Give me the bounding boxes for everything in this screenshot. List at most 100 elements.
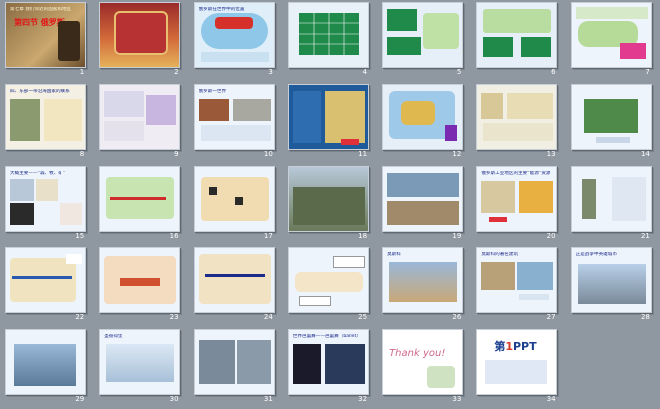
map-image xyxy=(423,13,460,49)
slide-thumb-7[interactable]: 7 xyxy=(566,0,660,82)
slide-number: 4 xyxy=(362,68,368,76)
slide-title: 俄罗斯在世界中的位置 xyxy=(198,7,245,12)
rocket-photo xyxy=(611,176,646,221)
monument-photo xyxy=(581,178,596,219)
slide-thumb-24[interactable]: 24 xyxy=(189,245,283,327)
slide-thumb-19[interactable]: 19 xyxy=(377,164,471,246)
text-block xyxy=(200,124,271,141)
slide-number: 22 xyxy=(75,313,85,322)
slide-number: 29 xyxy=(75,395,85,404)
slide-thumb-3[interactable]: 俄罗斯在世界中的位置 3 xyxy=(189,0,283,82)
slide-thumb-1[interactable]: 第七章 我们邻近的国家和地区 第四节 俄罗斯 1 xyxy=(0,0,94,82)
railway-line xyxy=(204,274,265,278)
slide-number: 8 xyxy=(79,149,85,158)
slide-title: 世界芭蕾舞——芭蕾舞（ballet） xyxy=(292,334,361,340)
photo xyxy=(517,262,554,291)
slide-thumb-12[interactable]: 12 xyxy=(377,82,471,164)
map-image xyxy=(324,90,365,143)
slide-number: 1 xyxy=(79,68,85,76)
map-marker xyxy=(234,196,243,205)
slide-thumb-33[interactable]: Thank you! 33 xyxy=(377,327,471,409)
photo xyxy=(10,98,40,141)
slide-number: 26 xyxy=(452,313,462,322)
slide-thumb-16[interactable]: 16 xyxy=(94,164,188,246)
slide-number: 5 xyxy=(456,68,462,76)
slide-thumb-9[interactable]: 9 xyxy=(94,82,188,164)
slide-thumb-25[interactable]: 25 xyxy=(283,245,377,327)
slide-thumb-28[interactable]: 正是战争中英雄城市 28 xyxy=(566,245,660,327)
slide-title: 莫斯科的著名建筑 xyxy=(481,252,519,258)
russia-area xyxy=(214,17,253,29)
slide-number: 25 xyxy=(358,313,368,322)
slide-number: 27 xyxy=(546,313,556,322)
text-block xyxy=(104,120,145,141)
slide-thumb-11[interactable]: 11 xyxy=(283,82,377,164)
caption xyxy=(595,136,630,143)
slide-number: 34 xyxy=(546,395,556,404)
slide-thumb-10[interactable]: 俄罗斯一世界 10 xyxy=(189,82,283,164)
slide-number: 13 xyxy=(546,149,556,158)
map-image xyxy=(146,94,177,125)
slide-thumb-21[interactable]: 21 xyxy=(566,164,660,246)
slide-thumb-26[interactable]: 莫斯科 26 xyxy=(377,245,471,327)
green-box xyxy=(483,37,514,57)
slide-thumb-20[interactable]: 俄罗斯工业地区的主要“能源”资源 20 xyxy=(471,164,565,246)
red-label xyxy=(340,138,359,145)
slide-thumb-30[interactable]: 圣彼得堡 30 xyxy=(94,327,188,409)
slide-thumb-6[interactable]: 6 xyxy=(471,0,565,82)
text-block xyxy=(200,52,269,62)
slide-number: 2 xyxy=(174,68,179,76)
slide-thumb-23[interactable]: 23 xyxy=(94,245,188,327)
land-area xyxy=(401,100,436,125)
photo xyxy=(10,178,34,201)
photo xyxy=(36,178,58,201)
ship-photo xyxy=(236,340,271,385)
map-marker xyxy=(208,186,217,195)
photo xyxy=(104,90,145,117)
slide-thumb-34[interactable]: 第1PPT 34 xyxy=(471,327,565,409)
text-column xyxy=(292,90,321,143)
caption xyxy=(519,294,550,301)
slide-number: 24 xyxy=(263,313,273,322)
green-table xyxy=(298,13,359,55)
plant-image xyxy=(427,366,456,389)
slide-thumb-14[interactable]: 14 xyxy=(566,82,660,164)
slide-number: 32 xyxy=(358,395,368,404)
slide-thumb-18[interactable]: 18 xyxy=(283,164,377,246)
slide-number: 15 xyxy=(75,231,85,240)
city-photo xyxy=(389,262,458,303)
slide-number: 30 xyxy=(169,395,179,404)
slide-title: 四、东部一带沿海国家的联系 xyxy=(10,88,70,94)
slide-thumb-15[interactable]: 大概主要——“森、牧、矿” 15 xyxy=(0,164,94,246)
slide-thumb-29[interactable]: 29 xyxy=(0,327,94,409)
slide-number: 14 xyxy=(640,149,650,158)
forest-photo xyxy=(583,98,638,133)
green-box xyxy=(387,37,422,55)
highlight-label xyxy=(120,278,161,287)
slide-thumb-13[interactable]: 13 xyxy=(471,82,565,164)
nesting-dolls-image xyxy=(114,11,169,55)
slide-thumb-4[interactable]: 4 xyxy=(283,0,377,82)
slide-thumb-5[interactable]: 5 xyxy=(377,0,471,82)
slide-thumb-31[interactable]: 31 xyxy=(189,327,283,409)
slide-number: 33 xyxy=(452,395,462,404)
photo xyxy=(198,98,229,121)
slide-number: 7 xyxy=(645,68,650,76)
chart-image xyxy=(507,92,554,119)
slide-thumb-27[interactable]: 莫斯科的著名建筑 27 xyxy=(471,245,565,327)
photo xyxy=(10,202,34,225)
slide-thumb-17[interactable]: 17 xyxy=(189,164,283,246)
pink-box xyxy=(619,43,646,59)
slide-thumb-22[interactable]: 22 xyxy=(0,245,94,327)
slide-number: 19 xyxy=(452,231,462,240)
slide-thumb-32[interactable]: 世界芭蕾舞——芭蕾舞（ballet） 32 xyxy=(283,327,377,409)
photo xyxy=(519,180,554,213)
text-block xyxy=(485,360,548,385)
route-line xyxy=(110,196,167,200)
slide-number: 3 xyxy=(268,68,273,76)
ballet-photo xyxy=(292,344,321,385)
slide-thumb-8[interactable]: 四、东部一带沿海国家的联系 8 xyxy=(0,82,94,164)
slide-title: 俄罗斯一世界 xyxy=(198,88,227,94)
slide-thumb-2[interactable]: 2 xyxy=(94,0,188,82)
slide-number: 28 xyxy=(640,313,650,322)
